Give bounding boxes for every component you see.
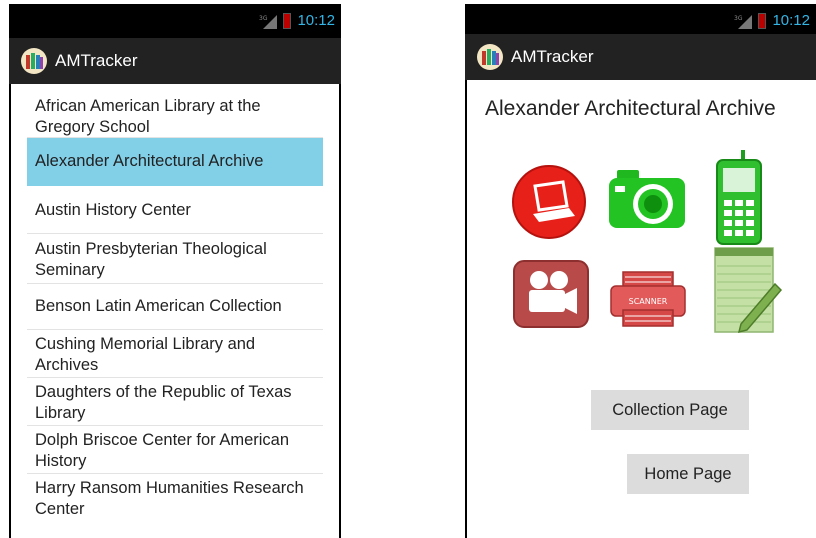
app-title: AMTracker (511, 47, 594, 66)
home-page-button[interactable]: Home Page (627, 454, 749, 494)
list-item[interactable]: Daughters of the Republic of Texas Libra… (27, 378, 323, 426)
app-title: AMTracker (55, 51, 138, 70)
battery-icon (283, 12, 292, 29)
battery-icon (758, 12, 767, 29)
collection-page-button[interactable]: Collection Page (591, 390, 749, 430)
camera-icon[interactable] (607, 166, 687, 232)
laptop-icon[interactable] (511, 164, 587, 240)
list-item[interactable]: Dolph Briscoe Center for American Histor… (27, 426, 323, 474)
video-camera-icon[interactable] (513, 260, 589, 328)
detail-content: Alexander Architectural Archive SCANNER … (467, 80, 816, 538)
svg-text:3G: 3G (259, 15, 268, 22)
action-bar: AMTracker (465, 34, 816, 80)
library-list: African American Library at the Gregory … (27, 92, 323, 522)
app-logo-icon[interactable] (477, 44, 503, 70)
notepad-icon[interactable] (713, 246, 783, 336)
svg-text:3G: 3G (734, 15, 743, 22)
signal-icon: 3G (734, 14, 753, 29)
list-item[interactable]: Benson Latin American Collection (27, 284, 323, 330)
scanner-icon[interactable]: SCANNER (609, 270, 687, 328)
clock: 10:12 (297, 12, 335, 29)
archive-title: Alexander Architectural Archive (485, 97, 776, 120)
list-item[interactable]: Austin Presbyterian Theological Seminary (27, 234, 323, 284)
scanner-label: SCANNER (629, 297, 668, 306)
phone-screen-list: 3G 10:12 AMTracker African American Libr… (9, 4, 341, 538)
list-item[interactable]: Cushing Memorial Library and Archives (27, 330, 323, 378)
clock: 10:12 (772, 12, 810, 29)
status-bar: 3G 10:12 (9, 4, 341, 38)
list-item[interactable]: African American Library at the Gregory … (27, 92, 323, 138)
list-content: African American Library at the Gregory … (11, 84, 339, 538)
phone-icon[interactable] (715, 150, 763, 246)
phone-screen-detail: 3G 10:12 AMTracker Alexander Architectur… (465, 4, 816, 538)
list-item-selected[interactable]: Alexander Architectural Archive (27, 138, 323, 186)
status-bar: 3G 10:12 (465, 4, 816, 38)
action-bar: AMTracker (9, 38, 341, 84)
list-item[interactable]: Austin History Center (27, 186, 323, 234)
signal-icon: 3G (259, 14, 278, 29)
app-logo-icon[interactable] (21, 48, 47, 74)
list-item[interactable]: Harry Ransom Humanities Research Center (27, 474, 323, 522)
